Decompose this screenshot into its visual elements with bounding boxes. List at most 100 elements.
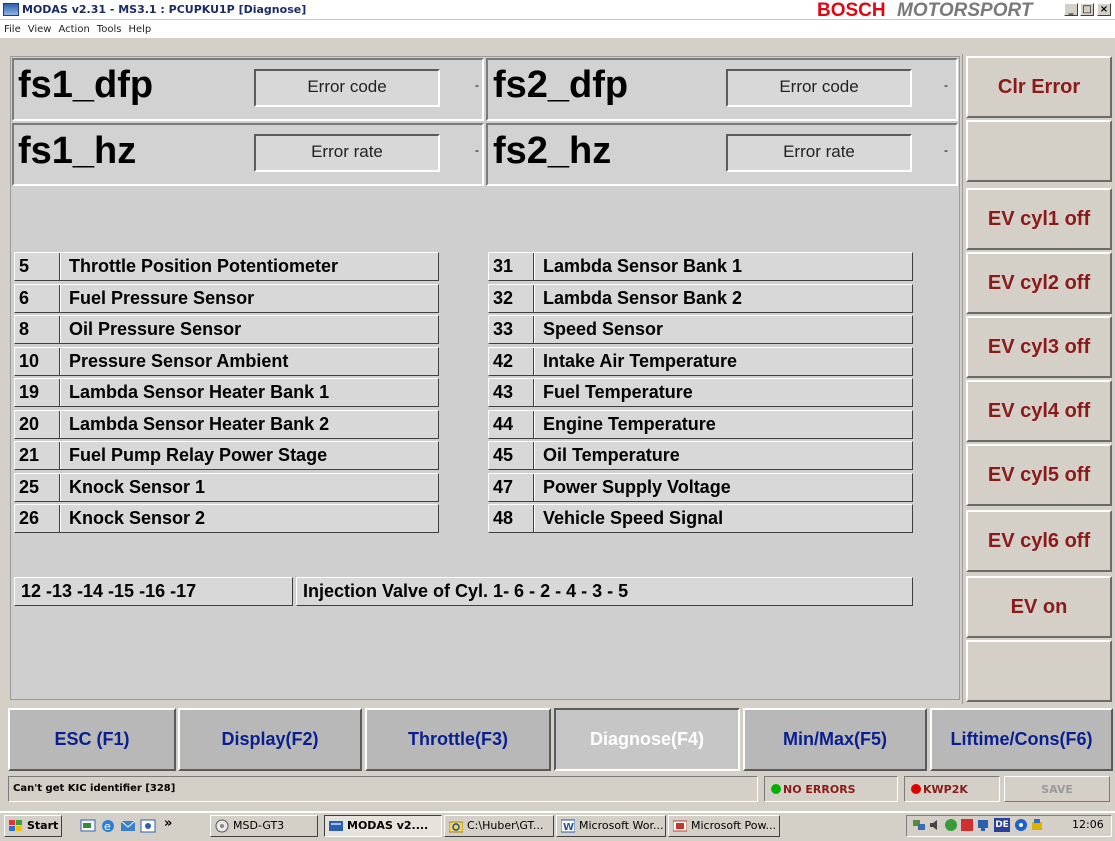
row-divider: [533, 347, 535, 375]
ev-cyl5-off-button[interactable]: EV cyl5 off: [966, 444, 1112, 506]
row-divider: [59, 442, 61, 469]
sensor-description: Intake Air Temperature: [543, 350, 738, 371]
brand-motorsport: MOTORSPORT: [897, 0, 1033, 21]
ie-icon[interactable]: e: [100, 818, 116, 834]
fs2-dfp-dash: -: [944, 78, 948, 92]
menu-action[interactable]: Action: [54, 20, 92, 35]
language-indicator[interactable]: DE: [994, 818, 1010, 832]
ev-on-button[interactable]: EV on: [966, 576, 1112, 638]
fkey-diagnose-button[interactable]: Diagnose(F4): [554, 708, 740, 771]
fs2-hz-dash: -: [944, 143, 948, 157]
fs1-hz-label: fs1_hz: [18, 130, 137, 172]
fkey-throttle-button[interactable]: Throttle(F3): [365, 708, 551, 771]
sensor-row: 21 Fuel Pump Relay Power Stage: [14, 441, 439, 470]
sensor-code: 48: [493, 508, 514, 528]
injection-codes-text: 12 -13 -14 -15 -16 -17: [21, 581, 197, 601]
fs1-hz-dash: -: [475, 143, 479, 157]
sensor-row: 5 Throttle Position Potentiometer: [14, 252, 439, 281]
status-green-dot-icon: [771, 784, 781, 794]
sensor-code: 31: [493, 256, 514, 276]
tray-app5-icon[interactable]: [1030, 818, 1044, 832]
sensor-description: Fuel Pump Relay Power Stage: [69, 445, 328, 465]
tray-app2-icon[interactable]: [960, 818, 974, 832]
menu-help[interactable]: Help: [124, 20, 154, 35]
ev-cyl3-off-button[interactable]: EV cyl3 off: [966, 316, 1112, 378]
sensor-row: 19 Lambda Sensor Heater Bank 1: [14, 378, 439, 407]
ev-cyl4-off-button[interactable]: EV cyl4 off: [966, 380, 1112, 442]
clr-error-button[interactable]: Clr Error: [966, 56, 1112, 118]
outlook-icon[interactable]: [120, 818, 136, 834]
sensor-description: Vehicle Speed Signal: [543, 508, 724, 528]
fkey-display-button[interactable]: Display(F2): [178, 708, 362, 771]
fs2-dfp-value: Error code: [726, 69, 912, 107]
row-divider: [533, 410, 535, 438]
sensor-row: 6 Fuel Pressure Sensor: [14, 283, 439, 313]
sensor-code: 10: [19, 350, 40, 371]
kwp-label: KWP2K: [923, 783, 968, 796]
ev-cyl2-off-button[interactable]: EV cyl2 off: [966, 252, 1112, 314]
no-errors-label: NO ERRORS: [783, 783, 856, 796]
title-bar[interactable]: MODAS v2.31 - MS3.1 : PCUPKU1P [Diagnose…: [0, 0, 1115, 21]
sensor-description: Lambda Sensor Heater Bank 2: [69, 413, 330, 434]
fkey-esc-button[interactable]: ESC (F1): [8, 708, 176, 771]
minimize-button[interactable]: _: [1064, 3, 1078, 16]
windows-logo-icon: [9, 819, 23, 833]
row-divider: [59, 505, 61, 532]
sensor-code: 5: [19, 256, 30, 276]
fs1-dfp-value: Error code: [254, 69, 440, 107]
sensor-description: Knock Sensor 2: [69, 508, 206, 528]
taskbar-item-explorer[interactable]: C:\Huber\GT...: [444, 815, 554, 837]
sensor-row: 20 Lambda Sensor Heater Bank 2: [14, 409, 439, 439]
maximize-button[interactable]: □: [1080, 3, 1094, 16]
cd-icon: [215, 819, 229, 833]
sensor-row: 42 Intake Air Temperature: [488, 346, 913, 376]
tray-app4-icon[interactable]: [1014, 818, 1028, 832]
tray-app-icon[interactable]: [944, 818, 958, 832]
menu-file[interactable]: File: [0, 20, 24, 35]
menu-view[interactable]: View: [24, 20, 55, 35]
taskbar-item-msd[interactable]: MSD-GT3: [210, 815, 318, 837]
sensor-row: 48 Vehicle Speed Signal: [488, 504, 913, 533]
menu-bar: File View Action Tools Help: [0, 20, 1115, 38]
row-divider: [533, 379, 535, 406]
brand-bosch: BOSCH: [817, 0, 886, 21]
close-button[interactable]: ×: [1097, 3, 1111, 16]
taskbar-item-powerpoint[interactable]: Microsoft Pow...: [668, 815, 780, 837]
taskbar-item-modas[interactable]: MODAS v2....: [324, 815, 442, 837]
sensor-description: Fuel Temperature: [543, 382, 693, 402]
ev-cyl1-off-button[interactable]: EV cyl1 off: [966, 188, 1112, 250]
sensor-row: 31 Lambda Sensor Bank 1: [488, 252, 913, 281]
save-button[interactable]: SAVE: [1004, 776, 1110, 802]
fkey-lifetime-button[interactable]: Liftime/Cons(F6): [930, 708, 1113, 771]
sensor-row: 25 Knock Sensor 1: [14, 472, 439, 502]
sensor-description: Lambda Sensor Bank 1: [543, 256, 743, 276]
media-icon[interactable]: [140, 818, 156, 834]
tray-app3-icon[interactable]: [976, 818, 990, 832]
menu-tools[interactable]: Tools: [93, 20, 125, 35]
ev-cyl6-off-button[interactable]: EV cyl6 off: [966, 510, 1112, 572]
start-button[interactable]: Start: [4, 815, 62, 837]
taskbar-item-label: Microsoft Pow...: [691, 819, 777, 832]
sensor-row: 45 Oil Temperature: [488, 441, 913, 470]
sensor-row: 44 Engine Temperature: [488, 409, 913, 439]
volume-icon[interactable]: [928, 818, 942, 832]
row-divider: [533, 442, 535, 469]
blank-side-button-2[interactable]: [966, 640, 1112, 702]
taskbar-item-word[interactable]: W Microsoft Wor...: [556, 815, 666, 837]
fkey-minmax-button[interactable]: Min/Max(F5): [743, 708, 927, 771]
network-icon[interactable]: [912, 818, 926, 832]
sensor-description: Lambda Sensor Heater Bank 1: [69, 382, 330, 402]
sensor-code: 33: [493, 319, 514, 339]
start-label: Start: [27, 819, 59, 832]
word-icon: W: [560, 819, 576, 833]
sensor-description: Fuel Pressure Sensor: [69, 287, 255, 308]
sensor-code: 8: [19, 319, 30, 339]
row-divider: [59, 473, 61, 501]
blank-side-button[interactable]: [966, 120, 1112, 182]
sensor-row: 10 Pressure Sensor Ambient: [14, 346, 439, 376]
taskbar-item-label: MSD-GT3: [233, 819, 285, 832]
show-desktop-icon[interactable]: [80, 818, 96, 834]
row-divider: [533, 316, 535, 343]
fs1-dfp-dash: -: [475, 78, 479, 92]
quicklaunch-chevron[interactable]: »: [164, 816, 172, 831]
